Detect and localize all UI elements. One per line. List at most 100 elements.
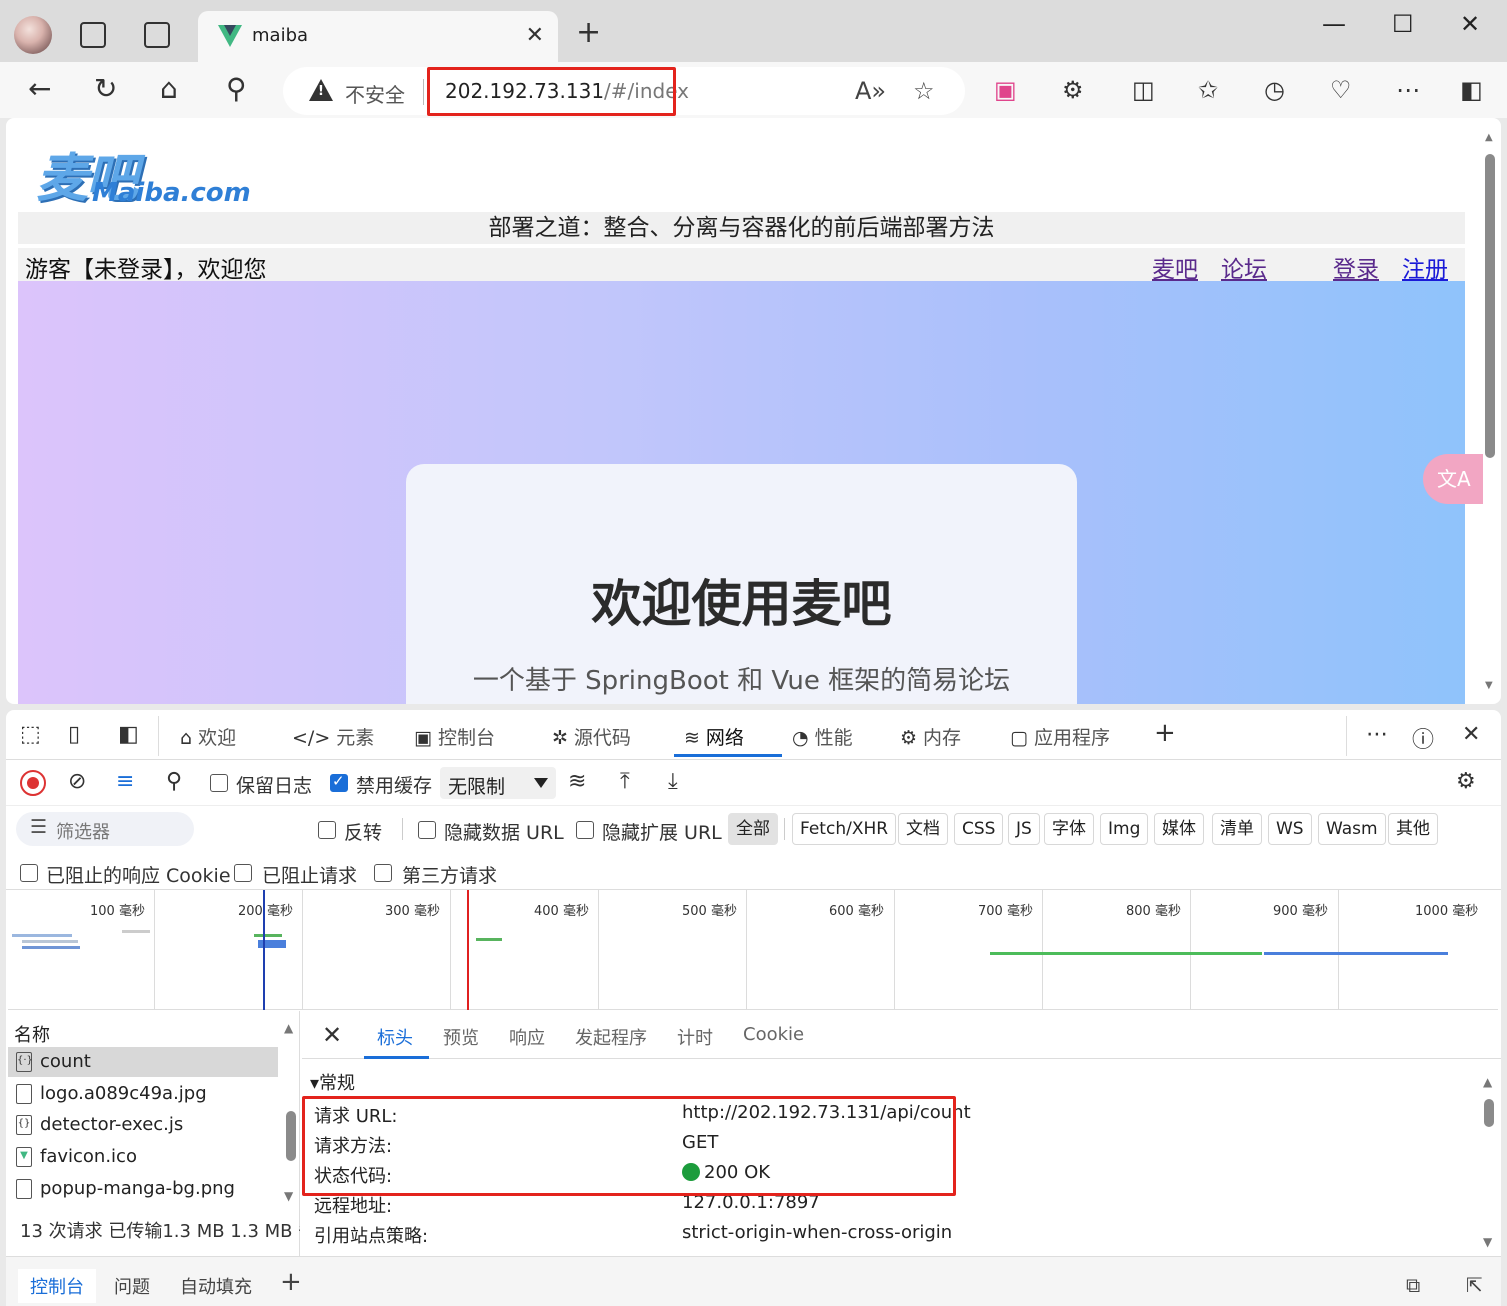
request-row[interactable]: ▼ favicon.ico: [8, 1142, 278, 1172]
type-filter-fetch[interactable]: Fetch/XHR: [792, 813, 897, 845]
blocked-requests-checkbox[interactable]: [234, 864, 252, 882]
inspect-element-icon[interactable]: ⬚: [20, 722, 41, 747]
favorites-icon[interactable]: ✩: [1198, 76, 1218, 104]
tab-elements[interactable]: </> 元素: [292, 723, 374, 750]
refresh-icon[interactable]: ↻: [94, 74, 117, 104]
import-har-icon[interactable]: ⤒: [620, 769, 630, 794]
detail-scrollbar[interactable]: ▲ ▼: [1482, 1069, 1496, 1254]
type-filter-doc[interactable]: 文档: [898, 813, 948, 845]
scroll-down-icon[interactable]: ▼: [284, 1189, 293, 1203]
type-filter-img[interactable]: Img: [1100, 813, 1149, 845]
workspaces-icon[interactable]: [80, 22, 106, 48]
search-icon[interactable]: ⚲: [166, 769, 182, 794]
help-icon[interactable]: ⓘ: [1412, 722, 1434, 754]
filter-toggle-icon[interactable]: ≡: [116, 769, 134, 794]
add-tool-icon[interactable]: +: [1154, 718, 1176, 748]
request-row[interactable]: popup-manga-bg.png: [8, 1174, 278, 1204]
close-tab-icon[interactable]: ✕: [526, 23, 544, 48]
general-section-header[interactable]: ▾常规: [310, 1069, 355, 1095]
expand-drawer-icon[interactable]: ⇱: [1454, 1269, 1495, 1301]
type-filter-media[interactable]: 媒体: [1154, 813, 1204, 845]
extensions-icon[interactable]: ⚙: [1062, 76, 1084, 104]
browser-tab[interactable]: maiba ✕: [198, 11, 558, 62]
profile-avatar[interactable]: [14, 16, 52, 54]
type-filter-wasm[interactable]: Wasm: [1318, 813, 1386, 845]
network-conditions-icon[interactable]: ≋: [568, 769, 586, 794]
browser-essentials-icon[interactable]: ♡: [1330, 76, 1352, 104]
clear-icon[interactable]: ⊘: [68, 769, 86, 794]
scroll-up-icon[interactable]: ▲: [284, 1021, 293, 1035]
close-detail-icon[interactable]: ✕: [322, 1021, 342, 1049]
page-scrollbar[interactable]: ▲ ▼: [1480, 118, 1500, 704]
favorite-star-icon[interactable]: ☆: [913, 77, 935, 105]
split-screen-icon[interactable]: ◫: [1132, 76, 1155, 104]
type-filter-all[interactable]: 全部: [728, 813, 778, 845]
tab-performance[interactable]: ◔ 性能: [792, 723, 853, 750]
blocked-cookies-checkbox[interactable]: [20, 864, 38, 882]
tab-sources[interactable]: ✲ 源代码: [552, 723, 631, 750]
invert-checkbox[interactable]: [318, 821, 336, 839]
nav-link-register[interactable]: 注册: [1402, 250, 1448, 284]
scroll-up-icon[interactable]: ▲: [1483, 1075, 1492, 1089]
nav-link-forum[interactable]: 论坛: [1221, 250, 1267, 284]
preserve-log-checkbox[interactable]: [210, 774, 228, 792]
scroll-down-icon[interactable]: ▼: [1483, 1235, 1492, 1249]
dock-side-icon[interactable]: ◧: [118, 722, 139, 747]
back-icon[interactable]: ←: [28, 74, 51, 104]
detail-tab-cookie[interactable]: Cookie: [743, 1024, 804, 1045]
dock-drawer-icon[interactable]: ⧉: [1394, 1269, 1432, 1301]
more-menu-icon[interactable]: ⋯: [1396, 76, 1420, 104]
site-logo[interactable]: 麦吧 Maiba.com: [36, 136, 251, 211]
search-icon[interactable]: ⚲: [226, 74, 247, 104]
type-filter-manifest[interactable]: 清单: [1212, 813, 1262, 845]
request-row[interactable]: {} detector-exec.js: [8, 1110, 278, 1140]
tab-actions-icon[interactable]: [144, 22, 170, 48]
third-party-checkbox[interactable]: [374, 864, 392, 882]
scroll-down-icon[interactable]: ▼: [1485, 680, 1493, 691]
nav-link-maiba[interactable]: 麦吧: [1152, 250, 1198, 284]
maximize-icon[interactable]: ☐: [1392, 10, 1414, 38]
type-filter-font[interactable]: 字体: [1044, 813, 1094, 845]
detail-tab-preview[interactable]: 预览: [443, 1024, 479, 1050]
type-filter-other[interactable]: 其他: [1388, 813, 1438, 845]
detail-tab-headers[interactable]: 标头: [377, 1024, 413, 1050]
filter-input[interactable]: ☰ 筛选器: [16, 812, 194, 846]
page-scroll-thumb[interactable]: [1485, 154, 1495, 458]
new-tab-icon[interactable]: +: [576, 18, 601, 48]
settings-gear-icon[interactable]: ⚙: [1456, 769, 1476, 794]
device-emulation-icon[interactable]: ▯: [68, 722, 80, 747]
drawer-tab-autofill[interactable]: 自动填充: [168, 1269, 264, 1303]
drawer-tab-issues[interactable]: 问题: [102, 1269, 162, 1303]
request-list-scroll-thumb[interactable]: [286, 1111, 296, 1161]
hide-data-url-checkbox[interactable]: [418, 821, 436, 839]
type-filter-css[interactable]: CSS: [954, 813, 1004, 845]
type-filter-js[interactable]: JS: [1008, 813, 1040, 845]
detail-tab-timing[interactable]: 计时: [677, 1024, 713, 1050]
add-drawer-tab-icon[interactable]: +: [268, 1263, 314, 1301]
history-icon[interactable]: ◷: [1264, 76, 1285, 104]
more-tools-icon[interactable]: ⋯: [1366, 722, 1388, 747]
tab-application[interactable]: ▢ 应用程序: [1010, 723, 1110, 750]
drawer-tab-console[interactable]: 控制台: [18, 1269, 96, 1303]
disable-cache-checkbox[interactable]: [330, 772, 348, 792]
name-column-header[interactable]: 名称: [14, 1021, 50, 1047]
close-window-icon[interactable]: ✕: [1460, 10, 1480, 38]
close-devtools-icon[interactable]: ✕: [1462, 722, 1480, 747]
throttle-select[interactable]: 无限制: [440, 767, 556, 799]
minimize-icon[interactable]: —: [1322, 10, 1346, 38]
tab-network[interactable]: ≋ 网络: [684, 723, 744, 750]
scroll-up-icon[interactable]: ▲: [1485, 132, 1493, 143]
hide-ext-url-checkbox[interactable]: [576, 821, 594, 839]
translate-extension-icon[interactable]: ▣: [994, 76, 1017, 104]
nav-link-login[interactable]: 登录: [1333, 250, 1379, 284]
network-timeline[interactable]: 100 毫秒 200 毫秒 300 毫秒 400 毫秒 500 毫秒 600 毫…: [8, 890, 1498, 1010]
security-label[interactable]: 不安全: [345, 79, 405, 108]
floating-translate-icon[interactable]: 文A: [1423, 454, 1483, 504]
record-icon[interactable]: [20, 770, 46, 796]
tab-console[interactable]: ▣ 控制台: [414, 723, 495, 750]
tab-memory[interactable]: ⚙ 内存: [900, 723, 961, 750]
request-row[interactable]: logo.a089c49a.jpg: [8, 1079, 278, 1109]
sidebar-toggle-icon[interactable]: ◧: [1460, 76, 1483, 104]
request-row[interactable]: {·} count: [8, 1047, 278, 1077]
export-har-icon[interactable]: ⤓: [668, 769, 678, 794]
